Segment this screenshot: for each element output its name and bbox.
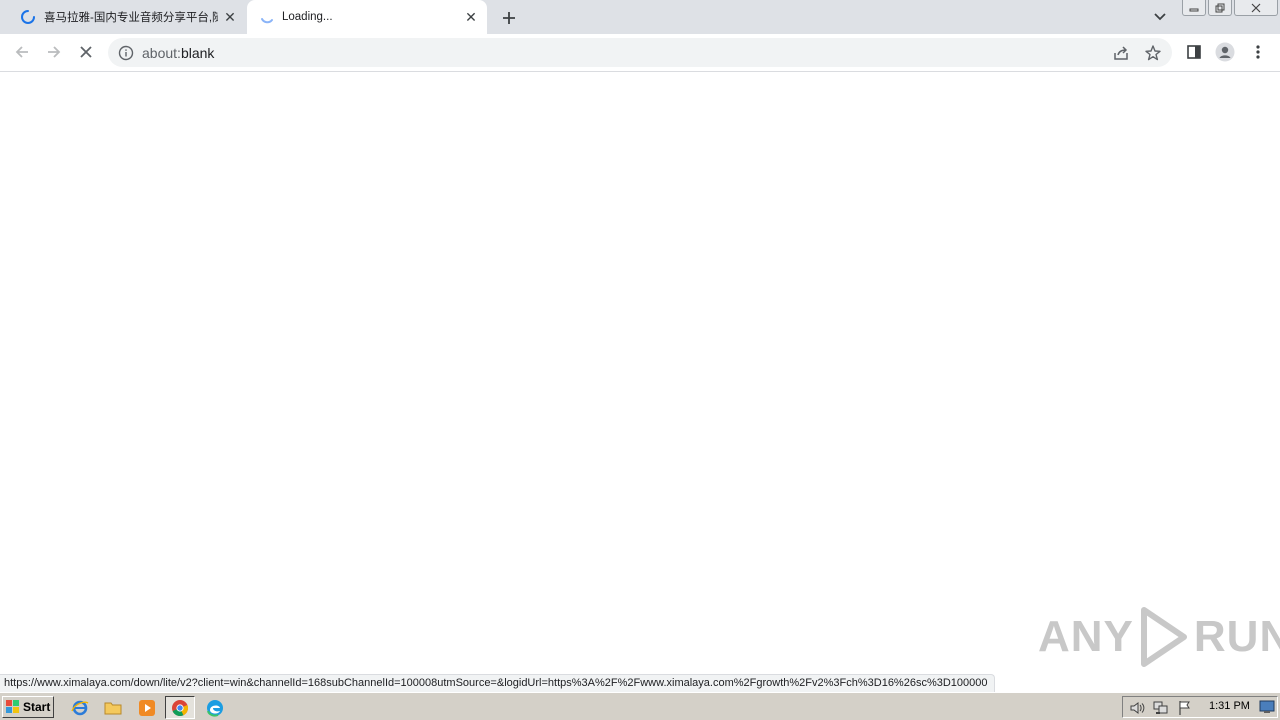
info-icon[interactable] <box>118 45 134 61</box>
tab-title: Loading... <box>282 11 333 23</box>
avatar-icon <box>1215 42 1235 62</box>
close-icon <box>1251 3 1261 12</box>
internet-explorer-button[interactable] <box>69 697 91 719</box>
chrome-icon <box>172 699 188 716</box>
taskbar-clock[interactable]: 1:31 PM <box>1209 700 1250 712</box>
loading-spinner-icon <box>21 10 35 24</box>
new-tab-button[interactable] <box>498 7 520 29</box>
more-vertical-icon <box>1256 45 1260 59</box>
loading-spinner-icon <box>261 18 273 24</box>
restore-button[interactable] <box>1208 0 1232 16</box>
tab-ximalaya[interactable]: 喜马拉雅-国内专业音频分享平台,随 ✕ <box>8 0 246 34</box>
action-center-flag-icon[interactable] <box>1177 700 1193 716</box>
url-scheme: about: <box>142 45 181 61</box>
tab-search-button[interactable] <box>1150 8 1170 26</box>
start-label: Start <box>23 700 51 714</box>
show-desktop-icon[interactable] <box>1259 700 1275 714</box>
windows-logo-icon <box>6 700 19 713</box>
edge-button[interactable] <box>204 697 226 719</box>
watermark-text-right: RUN <box>1193 612 1280 661</box>
tab-title: 喜马拉雅-国内专业音频分享平台,随 <box>44 12 218 24</box>
tab-loading[interactable]: Loading... ✕ <box>247 0 487 34</box>
minimize-button[interactable] <box>1182 0 1206 16</box>
restore-icon <box>1215 3 1225 12</box>
share-icon[interactable] <box>1112 44 1130 62</box>
forward-button[interactable] <box>42 40 66 64</box>
chevron-down-icon <box>1154 13 1166 21</box>
profile-button[interactable] <box>1215 42 1235 62</box>
url-path: blank <box>180 45 215 61</box>
internet-explorer-icon <box>71 700 89 716</box>
address-bar[interactable]: about:blank <box>108 38 1172 67</box>
browser-toolbar: about:blank <box>0 34 1280 72</box>
close-icon <box>80 46 92 58</box>
tab-close-icon[interactable]: ✕ <box>222 9 238 25</box>
status-bubble: https://www.ximalaya.com/down/lite/v2?cl… <box>0 674 995 692</box>
tab-strip: 喜马拉雅-国内专业音频分享平台,随 ✕ Loading... ✕ <box>0 0 1280 34</box>
media-player-button[interactable] <box>136 697 158 719</box>
stop-loading-button[interactable] <box>74 40 98 64</box>
edge-icon <box>207 700 223 717</box>
anyrun-watermark: ANY RUN <box>1038 606 1280 668</box>
tab-close-icon[interactable]: ✕ <box>463 9 479 25</box>
network-icon[interactable] <box>1153 700 1169 716</box>
watermark-text-left: ANY <box>1038 612 1134 661</box>
speaker-icon[interactable] <box>1129 700 1145 716</box>
page-content <box>0 72 1280 692</box>
arrow-left-icon <box>15 46 28 58</box>
bookmark-star-icon[interactable] <box>1144 44 1162 62</box>
minimize-icon <box>1189 8 1199 11</box>
window-controls <box>1182 0 1280 18</box>
arrow-right-icon <box>48 46 61 58</box>
menu-button[interactable] <box>1248 42 1268 62</box>
side-panel-button[interactable] <box>1184 42 1204 62</box>
play-icon <box>1140 607 1187 667</box>
system-tray: 1:31 PM <box>1122 696 1278 718</box>
back-button[interactable] <box>10 40 34 64</box>
chrome-taskbar-button[interactable] <box>165 696 195 719</box>
url-text[interactable]: about:blank <box>142 45 214 61</box>
start-button[interactable]: Start <box>2 696 54 718</box>
side-panel-icon <box>1187 45 1201 59</box>
media-player-icon <box>139 700 155 716</box>
plus-icon <box>503 12 515 24</box>
file-explorer-button[interactable] <box>102 697 124 719</box>
close-window-button[interactable] <box>1234 0 1278 16</box>
windows-taskbar: Start 1:31 PM <box>0 692 1280 720</box>
folder-icon <box>104 702 122 715</box>
